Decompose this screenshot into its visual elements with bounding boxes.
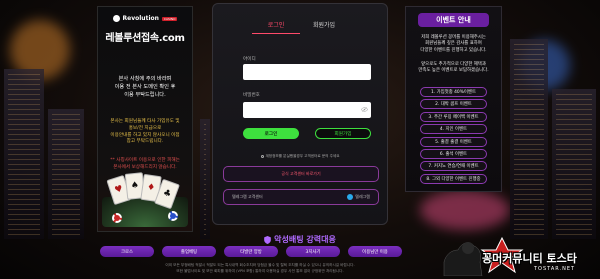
footer-notice: 이외 모든 부정배팅 적발시 적발도 되는 특사내역 회수조치와 당첨금 몰수 …	[80, 263, 440, 274]
event-item[interactable]: 7. 커지노 연승/연패 이벤트	[420, 161, 487, 172]
notice-red: ** 사칭사이트 이용으로 인한 피해는 본사에서 보상해드리지 않습니다.	[102, 158, 188, 172]
info-icon	[260, 154, 264, 158]
event-panel: 이벤트 안내 저희 레볼루션 꽁머를 이용해주시는 회원님들께 깊은 감사를 표…	[405, 6, 502, 192]
footer-line: 또한 불법사이트 및 보안 회피를 위하여 (VPN 포함) 통하여 이용하실 …	[176, 268, 344, 273]
telegram-icon	[347, 194, 354, 200]
event-item[interactable]: 2. 대박 콤프 이벤트	[420, 99, 487, 110]
abuse-type-button[interactable]: 타발란 양방	[224, 246, 278, 257]
telegram-badge: 텔레그램	[347, 194, 370, 200]
site-watermark: 꽁머커뮤니티 토스타 TOSTAR.NET	[442, 232, 598, 277]
login-panel: 로그인 회원가입 아이디 비밀번호 로그인 회원가입 계정정보를 분실했을경우 …	[212, 3, 388, 225]
watermark-subtext: TOSTAR.NET	[534, 266, 576, 272]
event-item[interactable]: 5. 출결 출결 이벤트	[420, 136, 487, 147]
building-backdrop	[552, 89, 596, 239]
event-description-extra: 앞으로도 추가적으로 다양한 혜택과 만족도 높은 이벤트로 보답하겠습니다.	[410, 62, 497, 75]
abuse-type-menu: 크로스 졸업베팅 타발란 양방 3지사기 이용님만 이용	[100, 246, 402, 257]
customer-center-button[interactable]: 공식 고객센터 바로가기	[223, 166, 379, 182]
customer-center-label: 공식 고객센터 바로가기	[281, 171, 321, 176]
logo-tag: CASINO	[161, 16, 178, 21]
city-light-glow	[420, 190, 510, 230]
shield-icon	[264, 235, 271, 244]
login-button[interactable]: 로그인	[243, 128, 299, 139]
tab-join[interactable]: 회원가입	[300, 20, 348, 34]
hint-text: 계정정보를 분실했을경우 고객센터로 문의 주세요	[265, 154, 340, 158]
notice-line: 이용 전 본사 도메인 확인 후	[114, 84, 176, 90]
abuse-type-button[interactable]: 이용님만 이용	[348, 246, 402, 257]
abuse-type-button[interactable]: 크로스	[100, 246, 154, 257]
event-desc-line: 만족도 높은 이벤트로 보답하겠습니다.	[418, 68, 489, 74]
event-item[interactable]: 1. 가입첫충 40%이벤트	[420, 87, 487, 97]
password-label: 비밀번호	[243, 93, 260, 98]
id-label: 아이디	[243, 57, 256, 62]
abuse-type-button[interactable]: 3지사기	[286, 246, 340, 257]
notice-yellow: 본사는 회원님들께 타사 가입유도 및 홍보/전 지급으로 이용안내를 하고 있…	[102, 119, 188, 146]
event-item[interactable]: 3. 주간 루징 페이백 이벤트	[420, 111, 487, 122]
account-help-text: 계정정보를 분실했을경우 고객센터로 문의 주세요	[213, 154, 387, 159]
abuse-type-button[interactable]: 졸업베팅	[162, 246, 216, 257]
notice-line: 이용 부탁드립니다.	[124, 92, 166, 98]
join-button[interactable]: 회원가입	[315, 128, 371, 139]
event-item[interactable]: 4. 지인 이벤트	[420, 124, 487, 135]
logo-text: Revolution	[122, 15, 159, 22]
casino-chip-icon	[168, 211, 178, 221]
building-backdrop	[4, 69, 44, 239]
notice-line: 본사는 회원님들께 타사 가입유도 및	[110, 119, 180, 124]
event-desc-line: 다양한 이벤트를 진행하고 있습니다.	[420, 47, 487, 53]
building-backdrop	[200, 119, 210, 239]
event-list: 1. 가입첫충 40%이벤트 2. 대박 콤프 이벤트 3. 주간 루징 페이백…	[420, 87, 487, 184]
event-description: 저희 레볼루션 꽁머를 이용해주시는 회원님들께 깊은 감사를 표하며 다양한 …	[410, 35, 497, 54]
playing-cards-illustration: ♥ ♠ ♦ ♣	[102, 171, 188, 227]
telegram-center-label: 텔레그램 고객센터	[232, 194, 263, 199]
building-backdrop	[510, 39, 548, 239]
telegram-badge-label: 텔레그램	[355, 194, 370, 199]
tab-login[interactable]: 로그인	[252, 20, 300, 34]
event-title: 이벤트 안내	[418, 13, 489, 27]
notice-main: 본사 사칭에 주의 바라며 이용 전 본사 도메인 확인 후 이용 부탁드립니다…	[102, 75, 188, 99]
brand-logo[interactable]: Revolution CASINO	[98, 15, 192, 22]
notice-line: 홍보/전 지급으로	[128, 125, 162, 131]
abuse-policy-title-text: 악성배팅 강력대응	[274, 235, 336, 244]
eye-off-icon[interactable]	[361, 107, 368, 112]
id-input[interactable]	[243, 64, 371, 80]
auth-tabs: 로그인 회원가입	[213, 20, 387, 34]
site-name: 레볼루션접속.com	[105, 33, 185, 44]
notice-line: ** 사칭사이트 이용으로 인한 피해는	[110, 158, 180, 163]
building-backdrop	[48, 109, 84, 239]
casino-chip-icon	[112, 213, 122, 223]
notice-line: 참고 부탁드립니다.	[126, 139, 164, 145]
notice-line: 본사 사칭에 주의 바라며	[118, 76, 172, 82]
event-item[interactable]: 6. 출석 이벤트	[420, 148, 487, 159]
telegram-center-button[interactable]: 텔레그램 고객센터 텔레그램	[223, 189, 379, 205]
left-notice-banner: Revolution CASINO 레볼루션접속.com 본사 사칭에 주의 바…	[97, 6, 193, 232]
logo-mark-icon	[112, 15, 120, 22]
event-item[interactable]: 8. 그외 다양한 이벤트 진행중	[420, 173, 487, 184]
password-input[interactable]	[243, 102, 371, 118]
watermark-text: 꽁머커뮤니티 토스타	[482, 252, 577, 265]
